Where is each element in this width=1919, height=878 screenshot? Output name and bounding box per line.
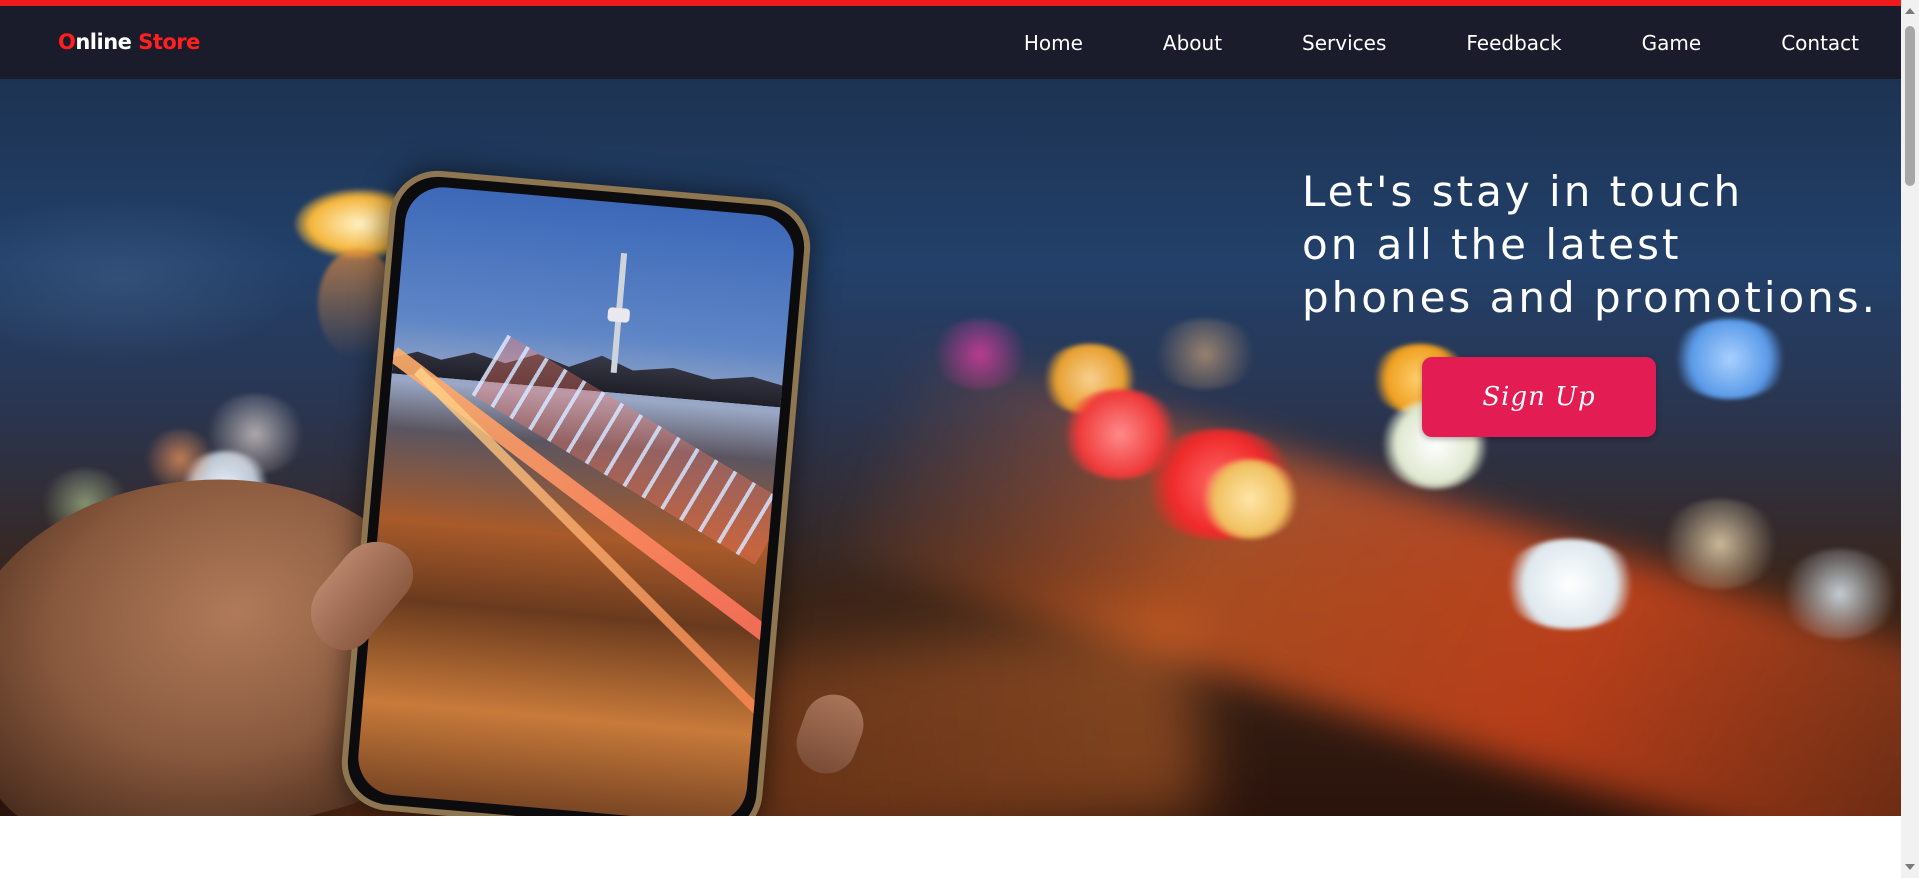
page: Online Store Home About Services Feedbac…	[0, 0, 1901, 878]
bokeh-light	[1780, 549, 1900, 639]
sign-up-button[interactable]: Sign Up	[1422, 357, 1656, 437]
navbar: Online Store Home About Services Feedbac…	[0, 6, 1901, 79]
bokeh-light	[1150, 319, 1260, 389]
hero-section: Let's stay in touch on all the latest ph…	[0, 79, 1901, 816]
bokeh-light	[1500, 539, 1640, 629]
brand-first-letter: O	[58, 30, 76, 54]
vertical-scrollbar[interactable]	[1901, 0, 1919, 878]
scroll-down-arrow-icon[interactable]	[1905, 864, 1915, 870]
brand-last: Store	[131, 30, 200, 54]
phone-screen-photo	[355, 184, 797, 816]
bokeh-light	[205, 394, 305, 474]
sky-tower-cap	[607, 307, 631, 323]
bokeh-light	[1200, 459, 1300, 539]
nav-services-link[interactable]: Services	[1302, 31, 1386, 55]
nav-home-link[interactable]: Home	[1024, 31, 1083, 55]
brand-logo[interactable]: Online Store	[58, 30, 200, 54]
phone-image	[337, 166, 815, 816]
hero-tagline: Let's stay in touch on all the latest ph…	[1302, 165, 1882, 324]
bokeh-light	[930, 319, 1030, 389]
scrollbar-thumb[interactable]	[1905, 26, 1915, 186]
bokeh-light	[1660, 499, 1780, 589]
nav-feedback-link[interactable]: Feedback	[1466, 31, 1561, 55]
brand-middle: nline	[75, 30, 132, 54]
bokeh-light	[1670, 319, 1790, 399]
tagline-line-1: Let's stay in touch	[1302, 167, 1744, 216]
nav-game-link[interactable]: Game	[1642, 31, 1702, 55]
nav-about-link[interactable]: About	[1163, 31, 1222, 55]
nav-links: Home About Services Feedback Game Contac…	[1024, 6, 1901, 79]
tagline-line-3: phones and promotions.	[1302, 273, 1879, 322]
scroll-up-arrow-icon[interactable]	[1905, 8, 1915, 14]
nav-contact-link[interactable]: Contact	[1781, 31, 1859, 55]
tagline-line-2: on all the latest	[1302, 220, 1682, 269]
